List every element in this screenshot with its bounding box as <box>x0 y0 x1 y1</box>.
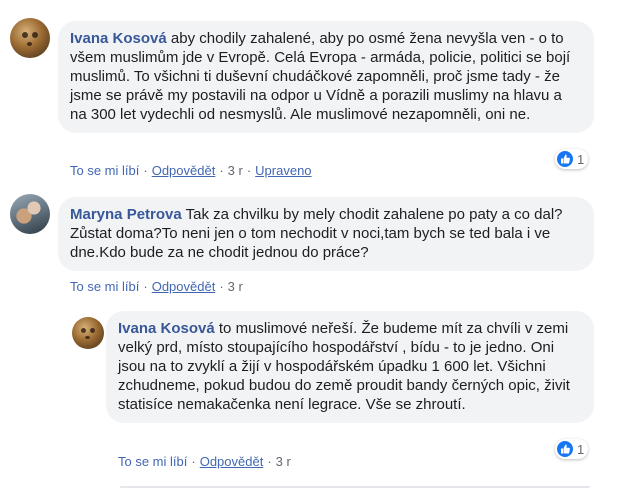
like-link[interactable]: To se mi líbí <box>118 454 187 469</box>
comment-actions: To se mi líbí · Odpovědět · 3 r · Upraveno <box>70 163 312 178</box>
reaction-count[interactable]: 1 <box>555 439 589 459</box>
avatar[interactable] <box>10 18 50 58</box>
comment-author[interactable]: Maryna Petrova <box>70 206 182 223</box>
timestamp[interactable]: 3 r <box>228 279 243 294</box>
reaction-count-number: 1 <box>577 151 585 167</box>
separator: · <box>191 454 196 469</box>
separator: · <box>246 163 252 178</box>
reaction-count-number: 1 <box>577 441 585 457</box>
reaction-count[interactable]: 1 <box>555 149 589 169</box>
separator: · <box>219 163 224 178</box>
next-comment-edge <box>120 486 590 488</box>
separator: · <box>143 279 148 294</box>
comment-bubble: Maryna Petrova Tak za chvilku by mely ch… <box>58 197 594 271</box>
timestamp[interactable]: 3 r <box>228 163 243 178</box>
timestamp[interactable]: 3 r <box>276 454 291 469</box>
comment-actions: To se mi líbí · Odpovědět · 3 r <box>70 279 243 294</box>
comment-bubble: Ivana Kosová aby chodily zahalené, aby p… <box>58 21 594 133</box>
like-link[interactable]: To se mi líbí <box>70 163 139 178</box>
separator: · <box>143 163 148 178</box>
comment-author[interactable]: Ivana Kosová <box>118 320 215 337</box>
reply-link[interactable]: Odpovědět <box>152 279 216 294</box>
comment-author[interactable]: Ivana Kosová <box>70 30 167 47</box>
avatar[interactable] <box>10 194 50 234</box>
separator: · <box>219 279 224 294</box>
reply-link[interactable]: Odpovědět <box>152 163 216 178</box>
like-link[interactable]: To se mi líbí <box>70 279 139 294</box>
edited-link[interactable]: Upraveno <box>255 163 311 178</box>
comment-actions: To se mi líbí · Odpovědět · 3 r <box>118 454 291 469</box>
like-thumb-icon <box>557 441 573 457</box>
reply-link[interactable]: Odpovědět <box>200 454 264 469</box>
separator: · <box>267 454 272 469</box>
avatar[interactable] <box>72 317 104 349</box>
like-thumb-icon <box>557 151 573 167</box>
comment-bubble: Ivana Kosová to muslimové neřeší. Že bud… <box>106 311 594 423</box>
